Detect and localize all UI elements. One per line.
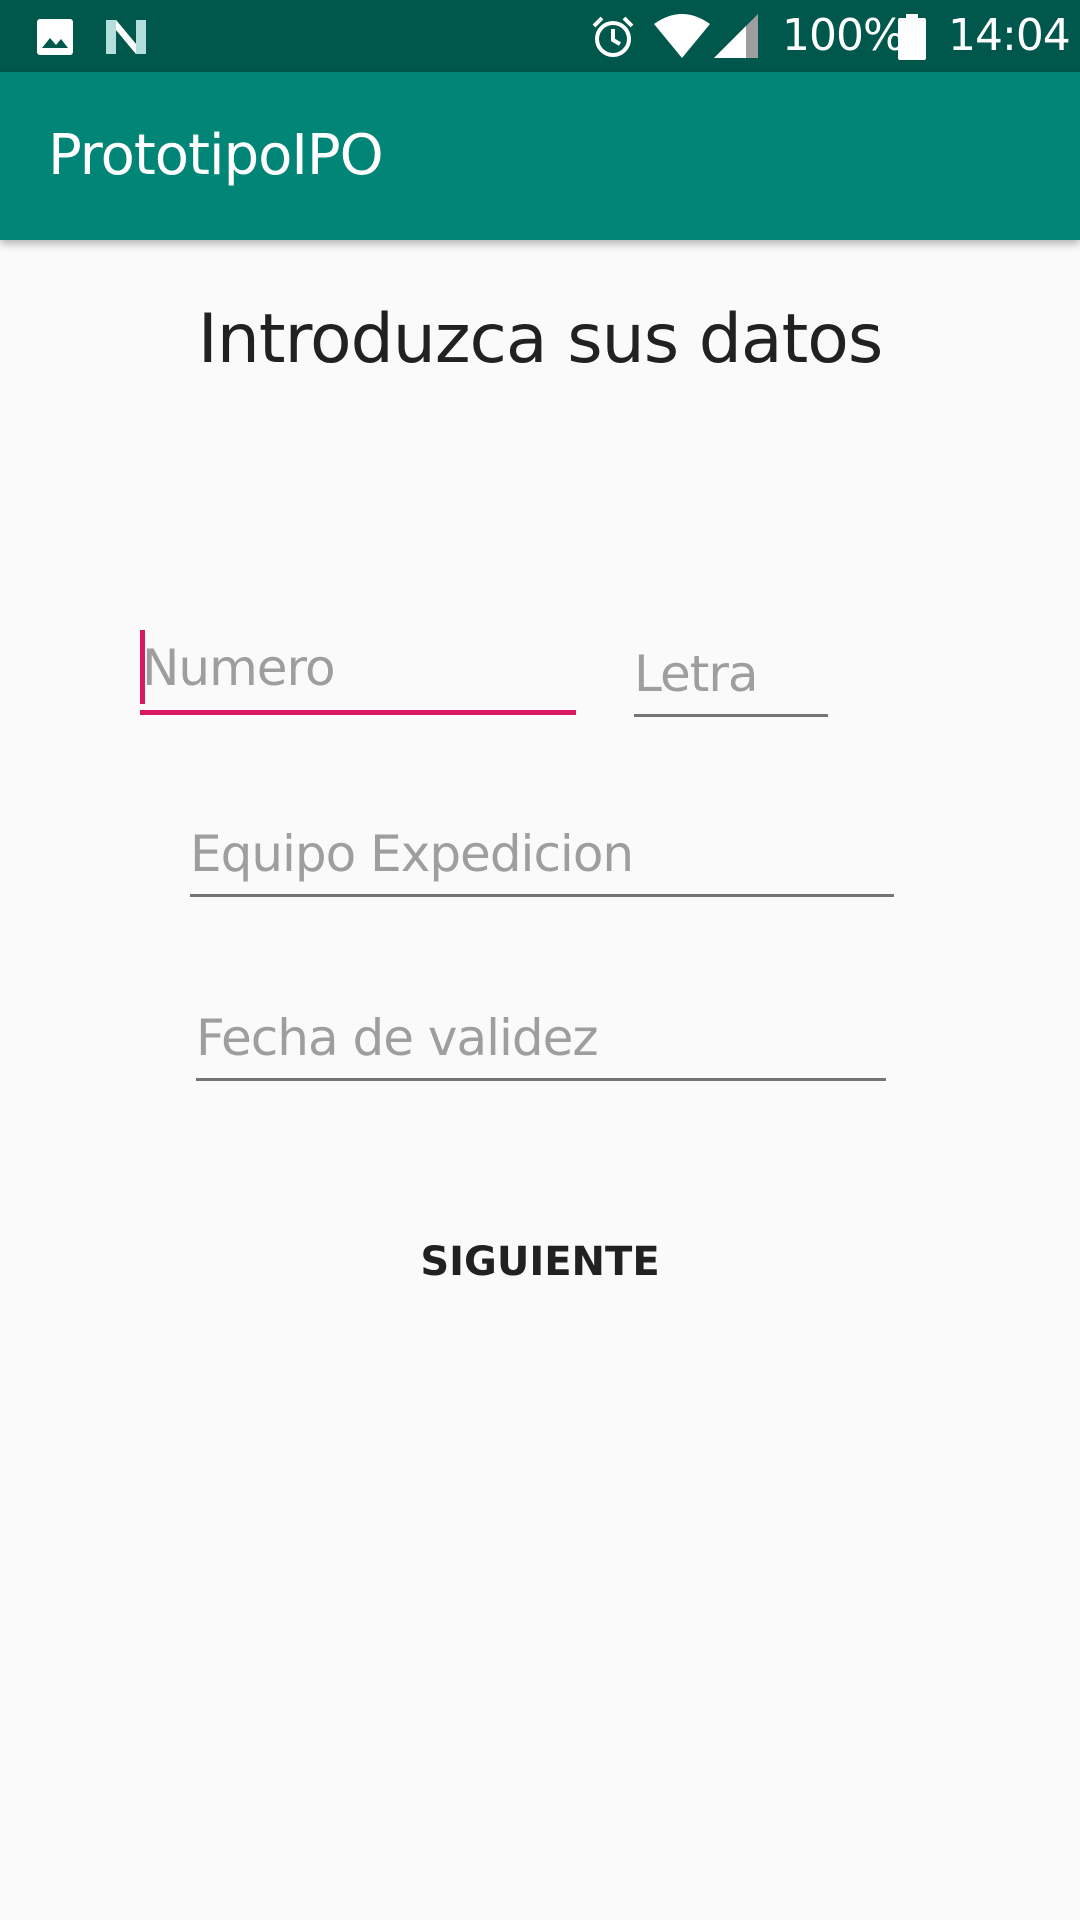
equipo-expedicion-hint: Equipo Expedicion (190, 825, 634, 883)
letra-hint: Letra (634, 645, 759, 703)
page-heading: Introduzca sus datos (197, 300, 884, 379)
status-time: 14:04 (948, 10, 1071, 61)
battery-icon (898, 14, 926, 64)
equipo-expedicion-field[interactable]: Equipo Expedicion (190, 820, 894, 900)
battery-percentage: 100% (782, 10, 905, 61)
cell-signal-icon (714, 14, 758, 62)
app-title: PrototipoIPO (48, 123, 384, 188)
letra-field[interactable]: Letra (634, 640, 828, 720)
siguiente-label: SIGUIENTE (420, 1239, 660, 1285)
status-bar: 100% 14:04 (0, 0, 1080, 72)
alarm-icon (590, 14, 636, 64)
fecha-validez-field[interactable]: Fecha de validez (196, 1004, 886, 1084)
numero-hint: Numero (142, 639, 336, 697)
wifi-icon (654, 14, 710, 62)
numero-field[interactable]: Numero (140, 630, 576, 716)
image-icon (36, 18, 74, 60)
app-bar: PrototipoIPO (0, 72, 1080, 240)
equipo-expedicion-underline (190, 894, 894, 897)
letra-underline (634, 714, 828, 717)
fecha-validez-underline (196, 1078, 886, 1081)
numero-underline (140, 710, 576, 715)
n-logo-icon (104, 18, 148, 60)
fecha-validez-hint: Fecha de validez (196, 1009, 599, 1067)
siguiente-button[interactable]: SIGUIENTE (390, 1220, 690, 1304)
screen: 100% 14:04 PrototipoIPO Introduzca sus d… (0, 0, 1080, 1920)
